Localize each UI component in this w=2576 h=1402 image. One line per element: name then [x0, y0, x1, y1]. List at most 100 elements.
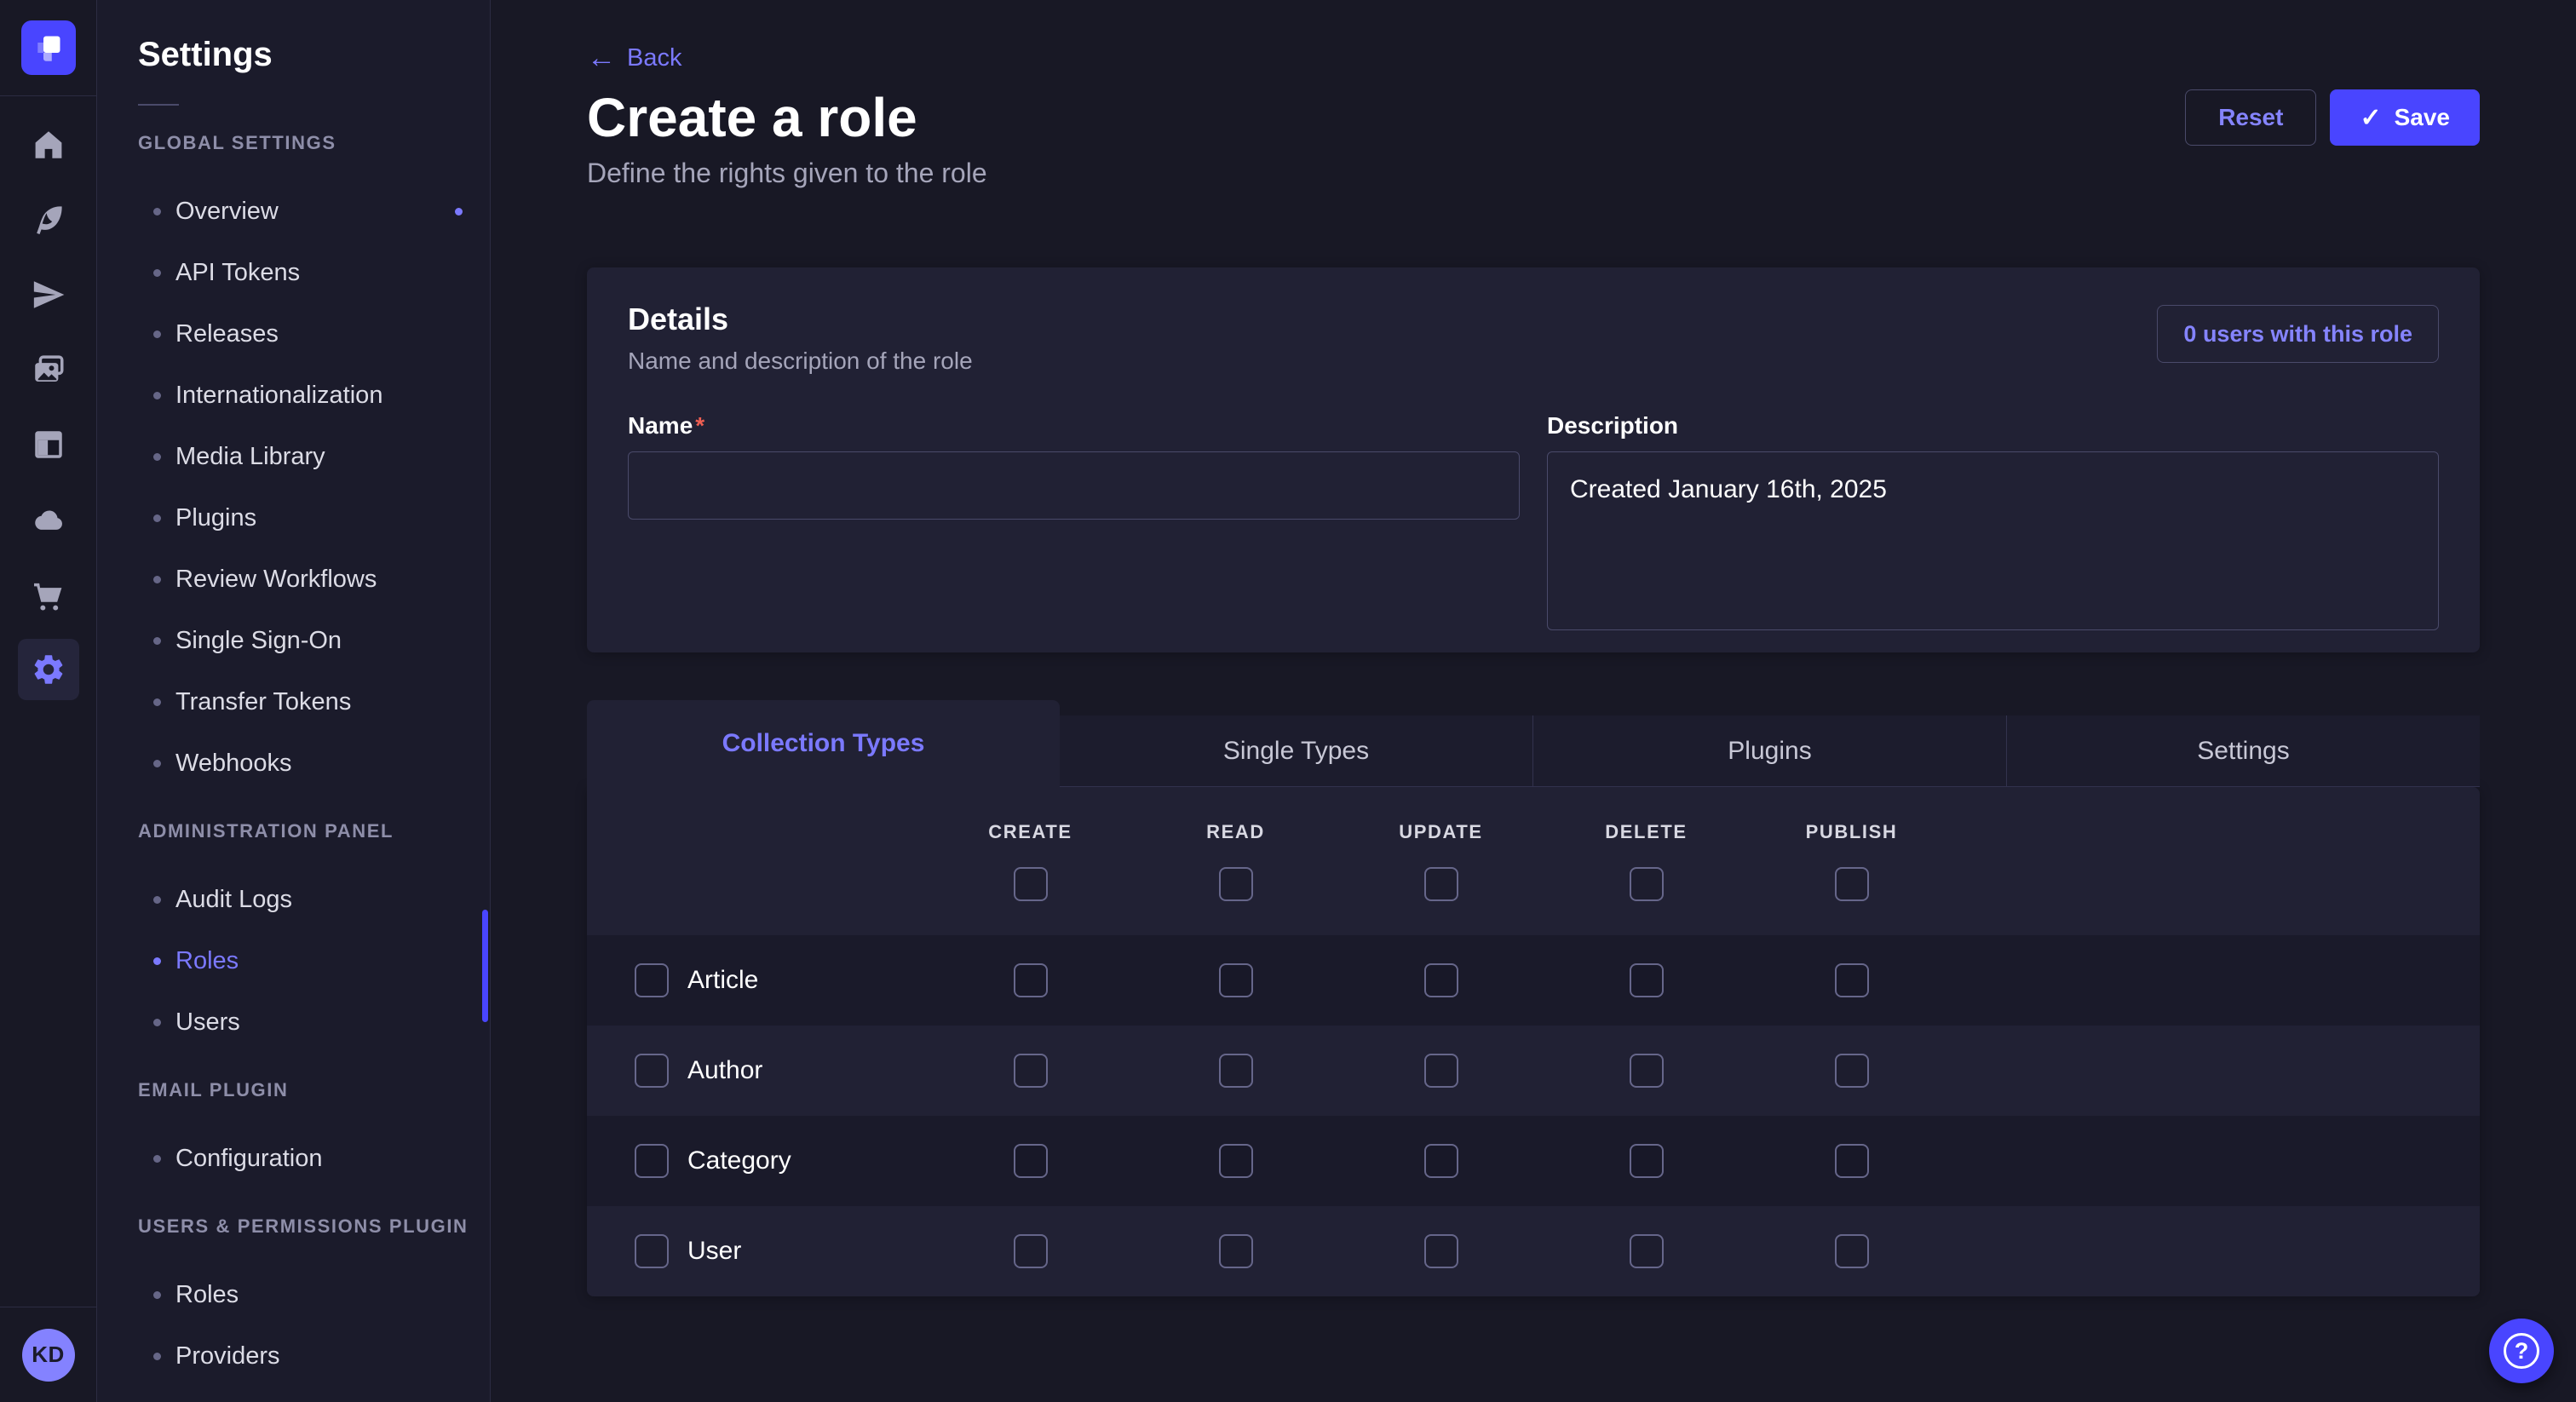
strapi-logo[interactable] — [21, 20, 76, 75]
tab-single-types[interactable]: Single Types — [1060, 715, 1532, 787]
rail-bottom: KD — [0, 1307, 96, 1402]
read-checkbox[interactable] — [1219, 1054, 1253, 1088]
sidebar-item-providers[interactable]: Providers — [97, 1325, 490, 1387]
help-button[interactable]: ? — [2489, 1319, 2554, 1383]
tab-plugins[interactable]: Plugins — [1532, 715, 2006, 787]
sidebar-item-single-sign-on[interactable]: Single Sign-On — [97, 610, 490, 671]
bullet-icon — [153, 1353, 161, 1360]
main-content: ← Back Create a role Reset ✓ Save Define… — [491, 0, 2576, 1402]
main-nav-rail: KD — [0, 0, 97, 1402]
delete-checkbox[interactable] — [1630, 1144, 1664, 1178]
settings-subnav: Settings GLOBAL SETTINGS Overview API To… — [97, 0, 491, 1402]
subnav-divider — [138, 104, 179, 106]
user-avatar[interactable]: KD — [22, 1329, 75, 1382]
page-title: Create a role — [587, 87, 917, 148]
column-delete: DELETE — [1544, 821, 1749, 901]
select-all-update-checkbox[interactable] — [1424, 867, 1458, 901]
update-checkbox[interactable] — [1424, 963, 1458, 997]
sidebar-item-label: API Tokens — [175, 259, 300, 287]
question-mark-icon: ? — [2504, 1333, 2539, 1369]
publish-checkbox[interactable] — [1835, 963, 1869, 997]
description-input[interactable]: Created January 16th, 2025 — [1547, 451, 2439, 630]
back-link[interactable]: ← Back — [587, 41, 681, 75]
sidebar-item-overview[interactable]: Overview — [97, 181, 490, 242]
subnav-section-users-permissions-plugin: USERS & PERMISSIONS PLUGIN Roles Provide… — [97, 1210, 490, 1387]
home-icon[interactable] — [11, 107, 86, 182]
row-select-checkbox[interactable] — [635, 1144, 669, 1178]
column-label: UPDATE — [1399, 821, 1482, 843]
media-library-icon[interactable] — [11, 332, 86, 407]
sidebar-item-internationalization[interactable]: Internationalization — [97, 365, 490, 426]
sidebar-item-users[interactable]: Users — [97, 991, 490, 1053]
layout-icon[interactable] — [11, 407, 86, 482]
create-checkbox[interactable] — [1014, 1234, 1048, 1268]
sidebar-item-configuration[interactable]: Configuration — [97, 1128, 490, 1189]
sidebar-item-media-library[interactable]: Media Library — [97, 426, 490, 487]
sidebar-item-label: Webhooks — [175, 750, 292, 778]
sidebar-item-review-workflows[interactable]: Review Workflows — [97, 549, 490, 610]
bullet-icon — [153, 269, 161, 277]
row-select-checkbox[interactable] — [635, 1234, 669, 1268]
publish-checkbox[interactable] — [1835, 1234, 1869, 1268]
bullet-icon — [153, 330, 161, 338]
cloud-icon[interactable] — [11, 482, 86, 557]
reset-button[interactable]: Reset — [2185, 89, 2316, 146]
select-all-read-checkbox[interactable] — [1219, 867, 1253, 901]
read-checkbox[interactable] — [1219, 1234, 1253, 1268]
delete-checkbox[interactable] — [1630, 1054, 1664, 1088]
update-checkbox[interactable] — [1424, 1234, 1458, 1268]
permissions-table-header: CREATE READ UPDATE DELETE — [587, 787, 2480, 935]
users-with-role-button[interactable]: 0 users with this role — [2157, 305, 2439, 363]
sidebar-scrollbar-thumb[interactable] — [482, 910, 488, 1022]
sidebar-item-roles-admin[interactable]: Roles — [97, 930, 490, 991]
paper-plane-icon[interactable] — [11, 257, 86, 332]
delete-checkbox[interactable] — [1630, 1234, 1664, 1268]
update-checkbox[interactable] — [1424, 1144, 1458, 1178]
tab-settings[interactable]: Settings — [2006, 715, 2480, 787]
page-subtitle: Define the rights given to the role — [587, 157, 2480, 189]
select-all-publish-checkbox[interactable] — [1835, 867, 1869, 901]
read-checkbox[interactable] — [1219, 963, 1253, 997]
sidebar-item-audit-logs[interactable]: Audit Logs — [97, 869, 490, 930]
sidebar-item-releases[interactable]: Releases — [97, 303, 490, 365]
permissions-table: CREATE READ UPDATE DELETE — [587, 787, 2480, 1296]
name-label-text: Name — [628, 412, 693, 439]
settings-gear-icon[interactable] — [18, 639, 79, 700]
subnav-title: Settings — [138, 34, 490, 75]
save-button[interactable]: ✓ Save — [2330, 89, 2480, 146]
sidebar-item-label: Roles — [175, 947, 239, 975]
bullet-icon — [153, 760, 161, 767]
select-all-delete-checkbox[interactable] — [1630, 867, 1664, 901]
sidebar-item-transfer-tokens[interactable]: Transfer Tokens — [97, 671, 490, 733]
row-select-checkbox[interactable] — [635, 963, 669, 997]
publish-checkbox[interactable] — [1835, 1144, 1869, 1178]
create-checkbox[interactable] — [1014, 1144, 1048, 1178]
select-all-create-checkbox[interactable] — [1014, 867, 1048, 901]
name-input[interactable] — [628, 451, 1520, 520]
marketplace-cart-icon[interactable] — [11, 557, 86, 632]
create-checkbox[interactable] — [1014, 963, 1048, 997]
sidebar-item-label: Review Workflows — [175, 566, 377, 594]
create-checkbox[interactable] — [1014, 1054, 1048, 1088]
column-label: PUBLISH — [1806, 821, 1898, 843]
tab-collection-types[interactable]: Collection Types — [587, 700, 1060, 787]
sidebar-item-label: Providers — [175, 1342, 280, 1370]
update-checkbox[interactable] — [1424, 1054, 1458, 1088]
sidebar-item-webhooks[interactable]: Webhooks — [97, 733, 490, 794]
name-label: Name* — [628, 412, 1520, 440]
publish-checkbox[interactable] — [1835, 1054, 1869, 1088]
delete-checkbox[interactable] — [1630, 963, 1664, 997]
row-select-checkbox[interactable] — [635, 1054, 669, 1088]
column-create: CREATE — [928, 821, 1133, 901]
bullet-icon — [153, 453, 161, 461]
subnav-section-email-plugin: EMAIL PLUGIN Configuration — [97, 1073, 490, 1189]
logo-area — [0, 0, 96, 96]
read-checkbox[interactable] — [1219, 1144, 1253, 1178]
sidebar-item-api-tokens[interactable]: API Tokens — [97, 242, 490, 303]
bullet-icon — [153, 392, 161, 399]
details-title: Details — [628, 302, 973, 337]
sidebar-item-roles-up[interactable]: Roles — [97, 1264, 490, 1325]
sidebar-item-plugins[interactable]: Plugins — [97, 487, 490, 549]
feather-icon[interactable] — [11, 182, 86, 257]
description-label: Description — [1547, 412, 2439, 440]
